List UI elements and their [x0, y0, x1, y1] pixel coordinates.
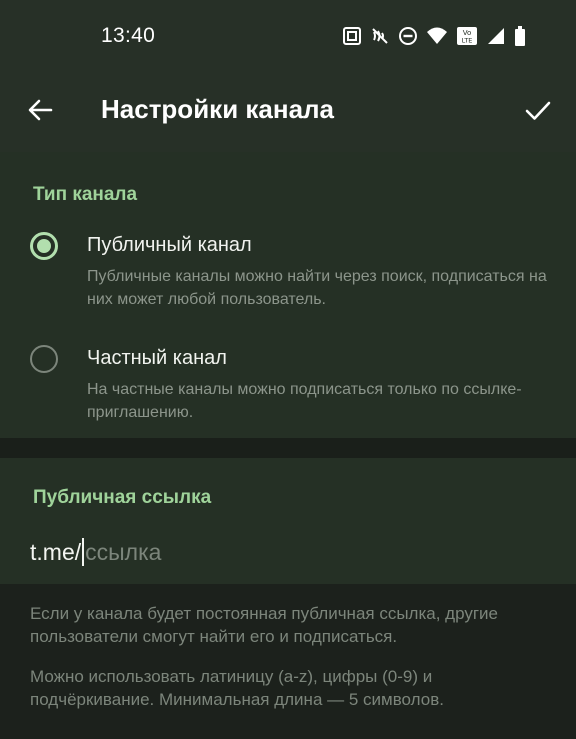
status-icons: Vo LTE: [342, 24, 526, 48]
text-cursor: [82, 538, 85, 566]
back-button[interactable]: [20, 90, 60, 130]
wifi-icon: [426, 26, 448, 46]
arrow-back-icon: [28, 99, 53, 121]
public-channel-description: Публичные каналы можно найти через поиск…: [87, 268, 547, 308]
public-channel-radio[interactable]: [30, 232, 58, 260]
channel-type-header: Тип канала: [33, 184, 138, 205]
volte-icon: Vo LTE: [456, 26, 478, 46]
public-link-field[interactable]: t.me/: [30, 536, 286, 568]
help-text-2: Можно использовать латиницу (a-z), цифры…: [30, 667, 444, 709]
svg-text:LTE: LTE: [462, 37, 473, 45]
app-bar: Настройки канала: [0, 72, 576, 152]
private-channel-label[interactable]: Частный канал: [87, 347, 227, 370]
public-link-header: Публичная ссылка: [33, 487, 212, 508]
status-bar: 13:40 Vo LTE: [0, 0, 576, 72]
section-divider: [0, 438, 576, 458]
public-link-input[interactable]: [85, 538, 286, 566]
link-prefix: t.me/: [30, 538, 82, 565]
check-icon: [525, 101, 551, 120]
private-channel-description: На частные каналы можно подписаться толь…: [87, 381, 522, 421]
status-time: 13:40: [101, 24, 156, 47]
battery-icon: [514, 25, 526, 47]
save-button[interactable]: [518, 90, 558, 130]
vibrate-off-icon: [370, 26, 390, 46]
nfc-icon: [342, 26, 362, 46]
page-title: Настройки канала: [101, 94, 335, 124]
private-channel-radio[interactable]: [30, 345, 58, 373]
public-channel-label[interactable]: Публичный канал: [87, 234, 252, 257]
do-not-disturb-icon: [398, 26, 418, 46]
signal-icon: [486, 26, 506, 46]
help-text-1: Если у канала будет постоянная публичная…: [30, 604, 499, 646]
